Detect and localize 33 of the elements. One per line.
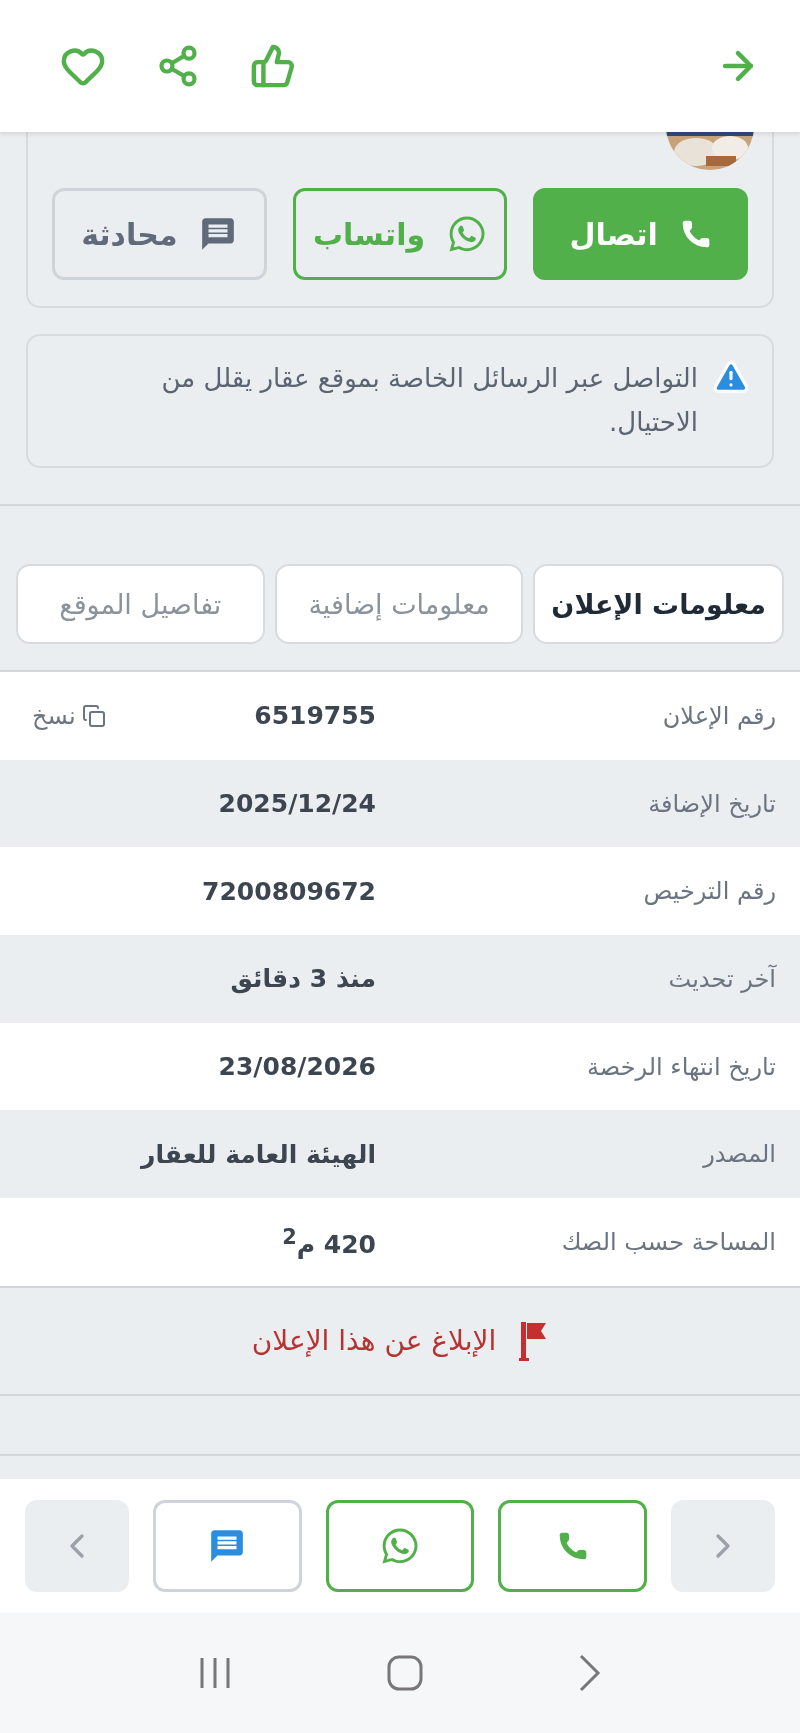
whatsapp-button[interactable]: واتساب [292,188,508,280]
chat-button[interactable]: محادثة [52,188,267,280]
detail-value: منذ 3 دقائق [230,964,376,994]
whatsapp-icon [380,1526,420,1566]
flag-icon [518,1319,549,1362]
tab[interactable]: معلومات إضافية [274,564,524,644]
back-icon[interactable] [578,1654,603,1692]
whatsapp-button[interactable] [325,1500,475,1592]
warning-text: التواصل عبر الرسائل الخاصة بموقع عقار يقلل من الاحتيال. [160,362,698,439]
detail-value: 7200809672 [202,876,376,906]
chat-button[interactable] [153,1500,302,1592]
detail-label: رقم الترخيص [642,877,776,906]
tab[interactable]: تفاصيل الموقع [16,564,265,644]
detail-label: المصدر [701,1140,776,1169]
report-link[interactable]: الإبلاغ عن هذا الإعلان [251,1319,549,1362]
detail-value: 2025/12/24 [218,789,376,819]
detail-value: الهيئة العامة للعقار [141,1139,376,1169]
detail-value: 6519755 [254,701,376,731]
copy-button[interactable]: نسخ [32,701,106,730]
warning-icon [712,358,750,396]
home-icon[interactable] [387,1655,423,1691]
detail-label: تاريخ انتهاء الرخصة [586,1052,776,1081]
call-button[interactable]: اتصال [533,188,748,280]
detail-label: رقم الإعلان [661,701,776,730]
copy-icon [81,703,106,728]
detail-label: المساحة حسب الصك [560,1227,776,1256]
detail-label: تاريخ الإضافة [647,789,776,818]
call-button[interactable] [498,1500,647,1592]
share-icon[interactable] [156,44,200,88]
detail-label: آخر تحديث [667,964,776,993]
thumbs-up-icon[interactable] [250,43,296,89]
tab[interactable]: معلومات الإعلان [533,564,784,644]
detail-value: 23/08/2026 [218,1052,376,1082]
